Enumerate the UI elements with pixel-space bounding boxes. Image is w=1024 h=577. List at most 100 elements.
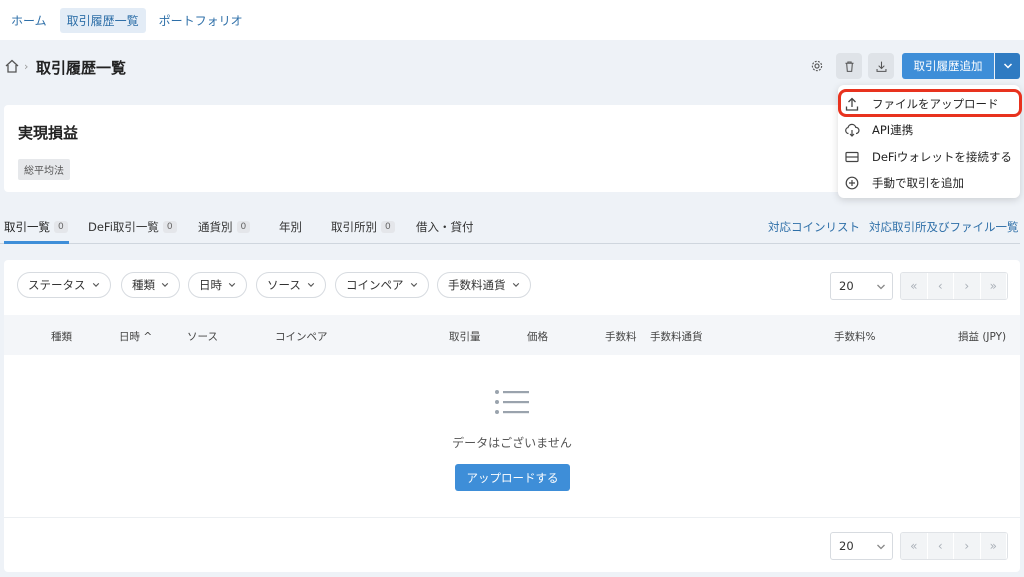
chevron-down-icon [410, 283, 417, 287]
next-page-button[interactable]: › [954, 533, 981, 559]
tab-transactions[interactable]: 取引一覧 0 [4, 219, 68, 235]
chevron-down-icon [307, 283, 315, 287]
filter-label: ソース [267, 278, 301, 292]
page-size-value: 20 [839, 539, 854, 553]
tab-label: DeFi取引一覧 [88, 220, 159, 234]
tab-label: 借入・貸付 [416, 220, 474, 234]
tab-lending[interactable]: 借入・貸付 [416, 219, 474, 235]
method-badge: 総平均法 [18, 159, 70, 180]
column-header-date[interactable]: 日時 ^ [119, 329, 152, 344]
gear-icon [811, 60, 823, 72]
pagination-top: « ‹ › » [900, 272, 1008, 300]
filter-label: 種類 [132, 278, 155, 292]
highlight-annotation [838, 89, 1022, 117]
page-size-select-top[interactable]: 20 [830, 272, 893, 300]
chevron-down-icon [877, 284, 885, 290]
column-header-type[interactable]: 種類 [51, 329, 72, 344]
filter-label: 手数料通貨 [448, 278, 506, 292]
next-page-button[interactable]: › [954, 273, 981, 299]
last-page-button[interactable]: » [980, 533, 1007, 559]
page-header: › 取引履歴一覧 取引履歴追加 [0, 50, 1024, 84]
panel-divider [4, 517, 1020, 518]
prev-page-button[interactable]: ‹ [927, 533, 954, 559]
filter-label: コインペア [346, 278, 404, 292]
transactions-panel: ステータス 種類 日時 ソース コインペア 手数料通貨 20 « ‹ › » 種… [4, 260, 1020, 572]
filter-label: ステータス [28, 278, 86, 292]
trash-icon [844, 61, 854, 72]
download-icon [876, 61, 886, 72]
last-page-button[interactable]: » [980, 273, 1007, 299]
page-title: 取引履歴一覧 [36, 59, 127, 77]
tab-label: 年別 [279, 220, 302, 234]
column-header-fee-currency[interactable]: 手数料通貨 [650, 329, 703, 344]
add-dropdown-toggle[interactable] [995, 53, 1020, 79]
filter-type[interactable]: 種類 [121, 272, 180, 298]
add-transaction-button[interactable]: 取引履歴追加 [902, 53, 994, 79]
active-tab-indicator [4, 241, 69, 244]
filter-source[interactable]: ソース [256, 272, 326, 298]
filter-status[interactable]: ステータス [17, 272, 111, 298]
tab-label: 取引一覧 [4, 220, 50, 234]
chevron-down-icon [92, 283, 99, 287]
filter-label: 日時 [199, 278, 222, 292]
delete-button[interactable] [836, 53, 862, 79]
cloud-download-icon [845, 123, 860, 137]
supported-exchanges-link[interactable]: 対応取引所及びファイル一覧 [869, 219, 1019, 235]
summary-title: 実現損益 [18, 124, 79, 142]
tab-defi[interactable]: DeFi取引一覧 0 [88, 219, 177, 235]
tab-label: 通貨別 [198, 220, 233, 234]
column-header-coin-pair[interactable]: コインペア [275, 329, 328, 344]
nav-tab-home[interactable]: ホーム [4, 8, 54, 33]
tab-count: 0 [236, 221, 251, 233]
filter-coin-pair[interactable]: コインペア [335, 272, 429, 298]
download-button[interactable] [868, 53, 894, 79]
page-size-value: 20 [839, 279, 854, 293]
upload-button[interactable]: アップロードする [455, 464, 570, 491]
menu-item-defi-wallet[interactable]: DeFiウォレットを接続する [838, 144, 1020, 170]
list-icon [495, 390, 529, 414]
column-header-fee-percent[interactable]: 手数料% [834, 329, 875, 344]
tab-by-year[interactable]: 年別 [279, 219, 302, 235]
prev-page-button[interactable]: ‹ [927, 273, 954, 299]
column-header-amount[interactable]: 取引量 [449, 329, 481, 344]
tab-count: 0 [162, 221, 177, 233]
column-header-source[interactable]: ソース [187, 329, 218, 344]
settings-button[interactable] [804, 53, 830, 79]
tab-by-exchange[interactable]: 取引所別 0 [331, 219, 395, 235]
first-page-button[interactable]: « [901, 273, 928, 299]
nav-tab-transactions[interactable]: 取引履歴一覧 [59, 7, 146, 33]
menu-item-manual-add[interactable]: 手動で取引を追加 [838, 170, 1020, 196]
empty-state-text: データはございません [452, 436, 572, 450]
chevron-down-icon [877, 544, 885, 550]
home-icon[interactable] [4, 58, 20, 74]
tab-baseline [0, 243, 1020, 244]
tab-label: 取引所別 [331, 220, 377, 234]
plus-circle-icon [845, 176, 859, 190]
menu-item-label: DeFiウォレットを接続する [872, 150, 1012, 164]
menu-item-api[interactable]: API連携 [838, 117, 1020, 143]
chevron-down-icon [1003, 63, 1012, 69]
chevron-down-icon [512, 283, 519, 287]
nav-tab-portfolio[interactable]: ポートフォリオ [152, 8, 250, 33]
menu-item-label: 手動で取引を追加 [872, 176, 964, 190]
column-header-pnl[interactable]: 損益 (JPY) [958, 329, 1006, 344]
chevron-down-icon [161, 283, 169, 287]
pagination-bottom: « ‹ › » [900, 532, 1008, 560]
tab-by-currency[interactable]: 通貨別 0 [198, 219, 251, 235]
supported-coins-link[interactable]: 対応コインリスト [768, 219, 860, 235]
filter-fee-currency[interactable]: 手数料通貨 [437, 272, 531, 298]
top-nav: ホーム 取引履歴一覧 ポートフォリオ [0, 0, 1024, 40]
transaction-tabs: 取引一覧 0 DeFi取引一覧 0 通貨別 0 年別 取引所別 0 借入・貸付 対応コイ… [0, 212, 1024, 246]
page-size-select-bottom[interactable]: 20 [830, 532, 893, 560]
table-header: 種類 日時 ^ ソース コインペア 取引量 価格 手数料 手数料通貨 手数料% … [4, 315, 1020, 355]
filter-date[interactable]: 日時 [188, 272, 247, 298]
first-page-button[interactable]: « [901, 533, 928, 559]
breadcrumb-separator: › [24, 60, 29, 73]
column-header-price[interactable]: 価格 [527, 329, 548, 344]
menu-item-label: API連携 [872, 123, 914, 137]
tab-count: 0 [381, 221, 395, 233]
wallet-icon [845, 151, 859, 163]
column-header-fee[interactable]: 手数料 [605, 329, 637, 344]
tab-count: 0 [54, 221, 68, 233]
chevron-down-icon [228, 283, 236, 287]
